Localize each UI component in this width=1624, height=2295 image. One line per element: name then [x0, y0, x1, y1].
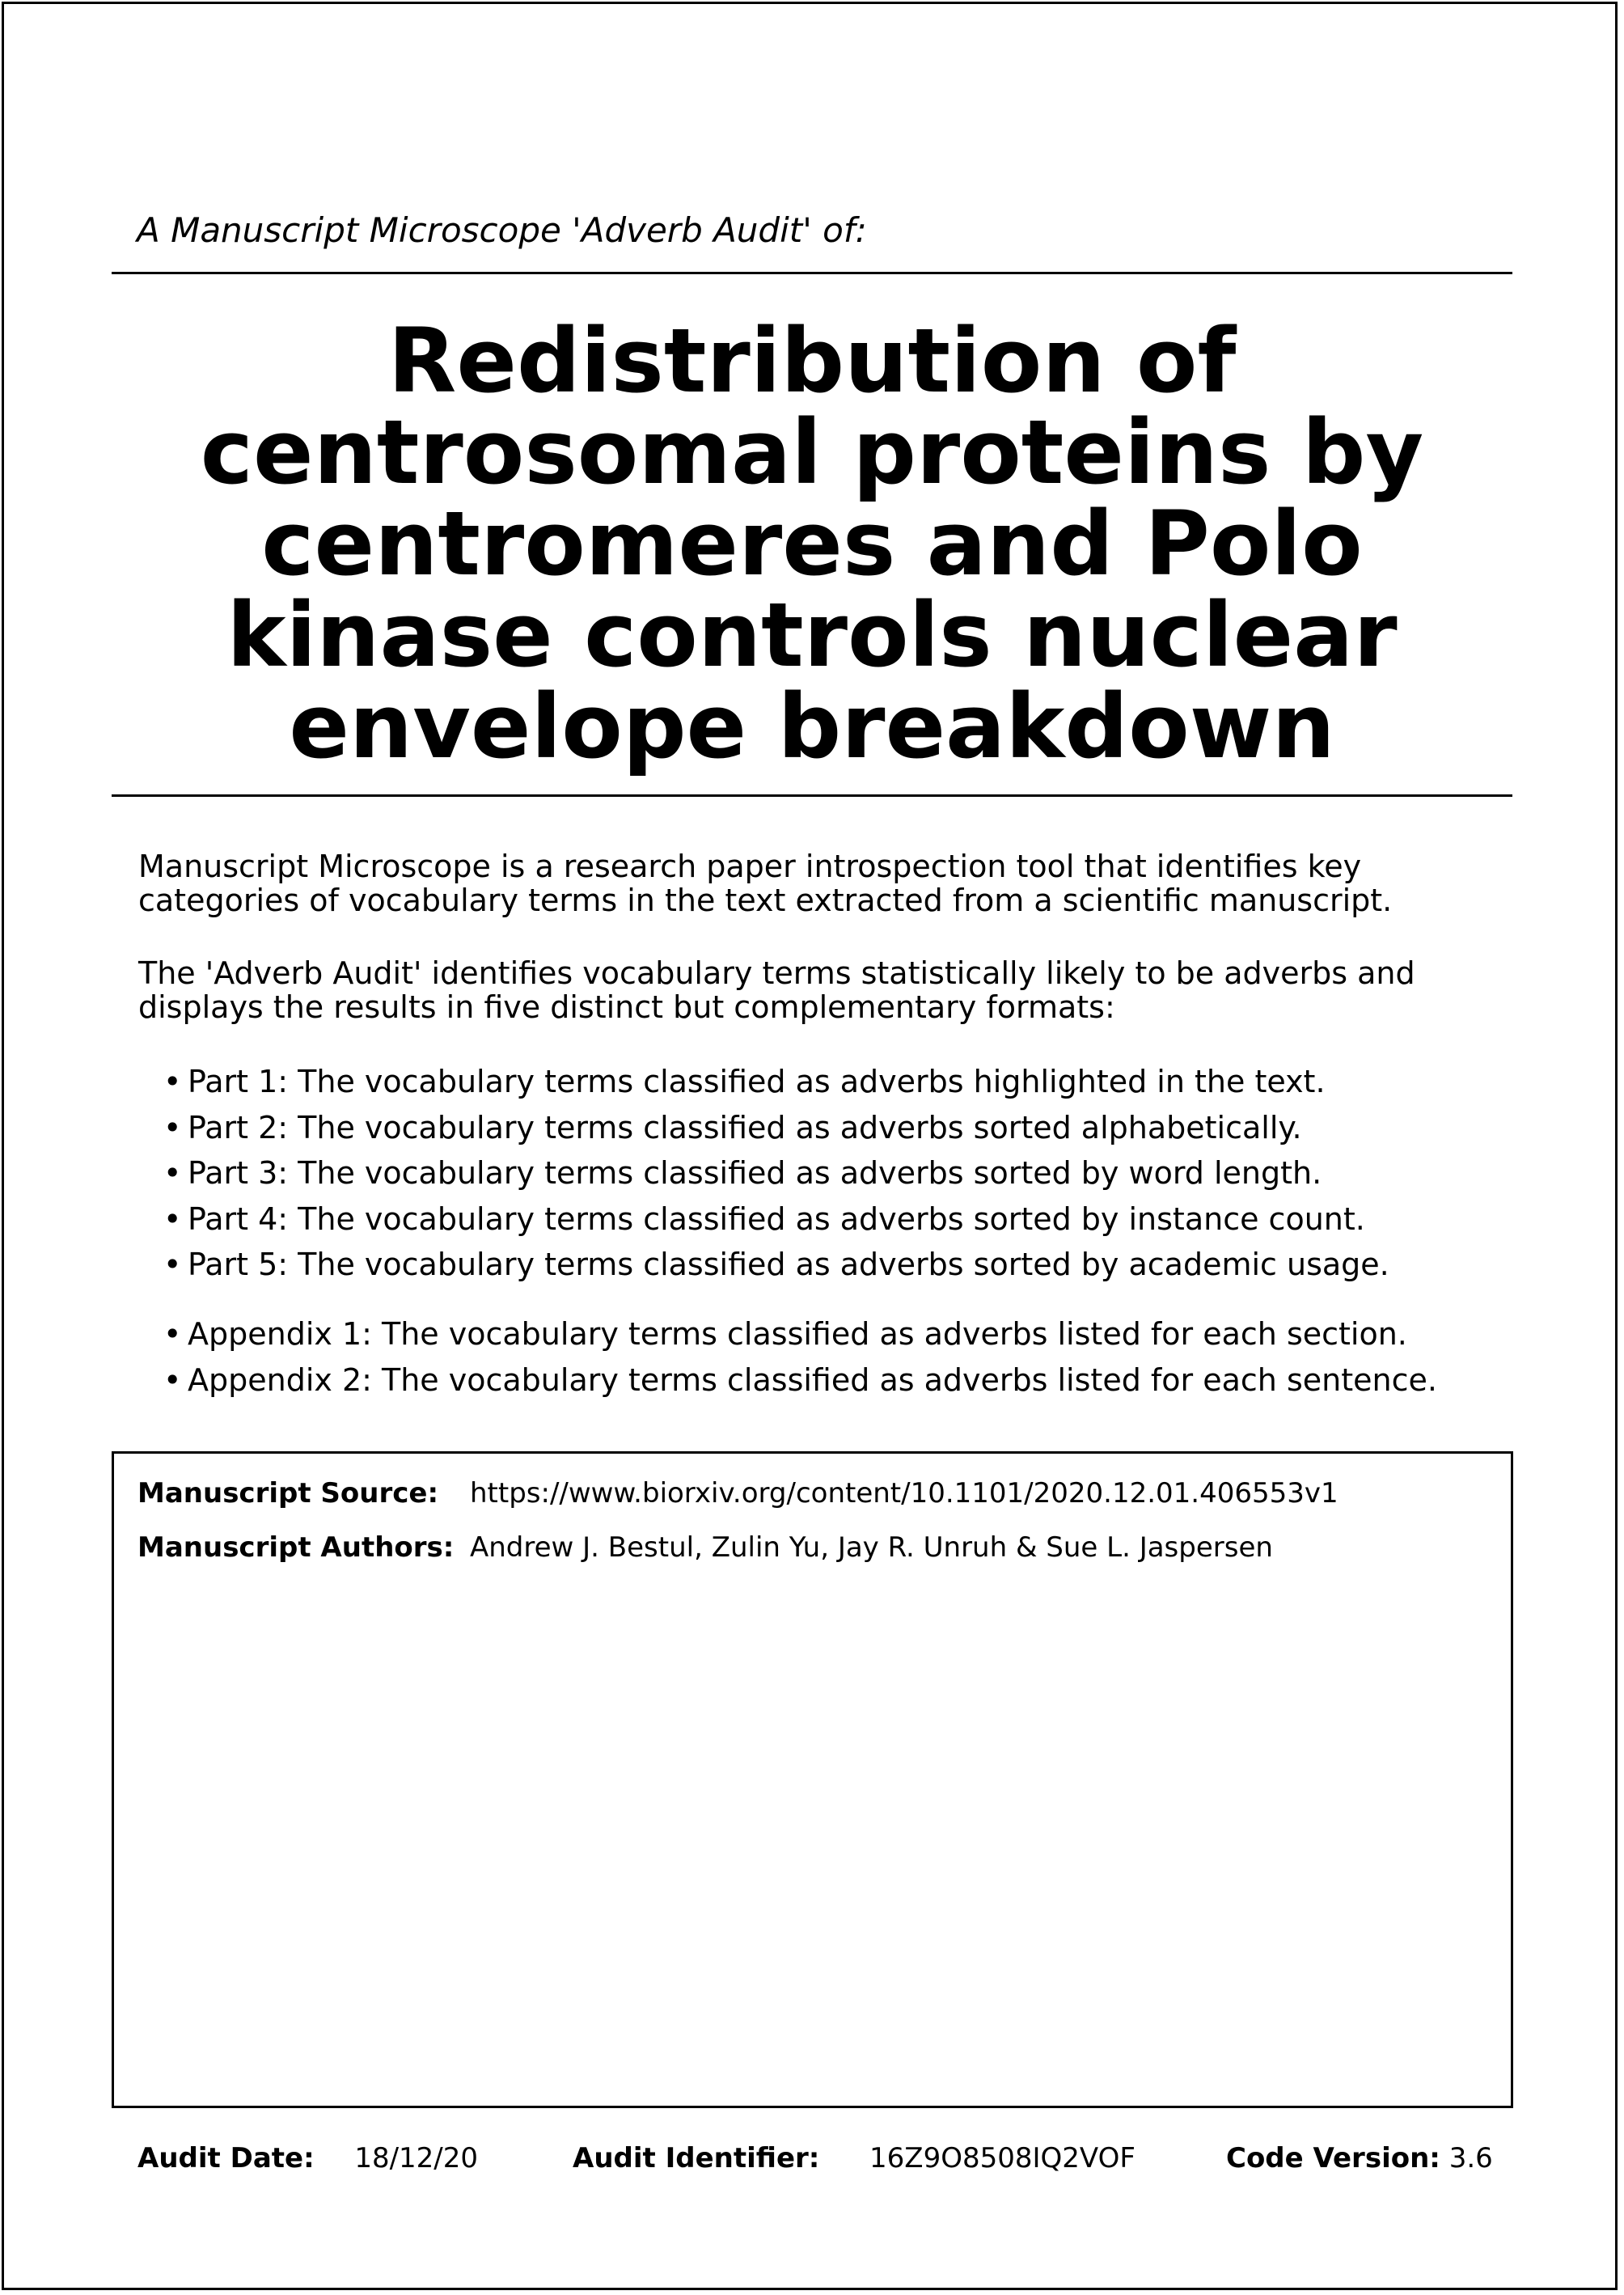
part-text: Part 1: The vocabulary terms classified … — [188, 1064, 1326, 1099]
source-url: https://www.biorxiv.org/content/10.1101/… — [470, 1477, 1339, 1510]
list-item: • Appendix 2: The vocabulary terms classi… — [163, 1363, 1437, 1409]
code-version: Code Version: 3.6 — [1226, 2142, 1493, 2174]
list-item: • Part 4: The vocabulary terms classified… — [163, 1202, 1389, 1248]
intro-line: The 'Adverb Audit' identifies vocabulary… — [138, 955, 1415, 991]
part-text: Part 2: The vocabulary terms classified … — [188, 1109, 1302, 1145]
bullet-icon: • — [163, 1109, 182, 1145]
title-line: centrosomal proteins by — [200, 400, 1424, 504]
appendix-text: Appendix 1: The vocabulary terms classif… — [188, 1316, 1407, 1352]
audit-identifier: Audit Identifier: 16Z9O8508IQ2VOF — [573, 2142, 1136, 2174]
audit-identifier-value: 16Z9O8508IQ2VOF — [869, 2142, 1136, 2174]
audit-date-value: 18/12/20 — [354, 2142, 479, 2174]
part-text: Part 3: The vocabulary terms classified … — [188, 1155, 1322, 1192]
bullet-icon: • — [163, 1361, 182, 1398]
intro-line: categories of vocabulary terms in the te… — [138, 883, 1393, 918]
code-version-label: Code Version: — [1226, 2142, 1440, 2174]
list-item: • Part 2: The vocabulary terms classified… — [163, 1111, 1389, 1157]
title-line: envelope breakdown — [289, 675, 1335, 778]
intro-paragraph-tool: Manuscript Microscope is a research pape… — [138, 849, 1513, 917]
title-bottom-rule — [112, 794, 1512, 797]
part-text: Part 5: The vocabulary terms classified … — [188, 1247, 1389, 1283]
appendix-text: Appendix 2: The vocabulary terms classif… — [188, 1361, 1437, 1398]
parts-list: • Part 1: The vocabulary terms classified… — [163, 1065, 1389, 1294]
title-line: centromeres and Polo — [261, 492, 1363, 595]
bullet-icon: • — [163, 1316, 182, 1352]
bullet-icon: • — [163, 1064, 182, 1099]
intro-paragraph-audit: The 'Adverb Audit' identifies vocabulary… — [138, 956, 1513, 1024]
audit-identifier-label: Audit Identifier: — [573, 2142, 820, 2174]
list-item: • Part 5: The vocabulary terms classified… — [163, 1247, 1389, 1294]
authors-label: Manuscript Authors: — [137, 1531, 455, 1564]
list-item: • Part 1: The vocabulary terms classified… — [163, 1065, 1389, 1111]
appendix-list: • Appendix 1: The vocabulary terms classi… — [163, 1317, 1437, 1408]
intro-line: Manuscript Microscope is a research pape… — [138, 849, 1362, 884]
part-text: Part 4: The vocabulary terms classified … — [188, 1200, 1365, 1237]
code-version-value: 3.6 — [1448, 2142, 1493, 2174]
intro-line: displays the results in five distinct bu… — [138, 989, 1115, 1025]
title-top-rule — [112, 272, 1512, 274]
list-item: • Appendix 1: The vocabulary terms classi… — [163, 1317, 1437, 1363]
title-line: kinase controls nuclear — [226, 583, 1398, 687]
bullet-icon: • — [163, 1155, 182, 1192]
title-line: Redistribution of — [387, 309, 1237, 413]
list-item: • Part 3: The vocabulary terms classified… — [163, 1156, 1389, 1202]
audit-subtitle: A Manuscript Microscope 'Adverb Audit' o… — [137, 210, 867, 250]
bullet-icon: • — [163, 1247, 182, 1283]
authors-value: Andrew J. Bestul, Zulin Yu, Jay R. Unruh… — [470, 1531, 1273, 1564]
manuscript-title: Redistribution of centrosomal proteins b… — [112, 315, 1512, 773]
bullet-icon: • — [163, 1200, 182, 1237]
source-label: Manuscript Source: — [137, 1477, 439, 1510]
audit-date-label: Audit Date: — [137, 2142, 315, 2174]
audit-date: Audit Date: 18/12/20 — [137, 2142, 478, 2174]
